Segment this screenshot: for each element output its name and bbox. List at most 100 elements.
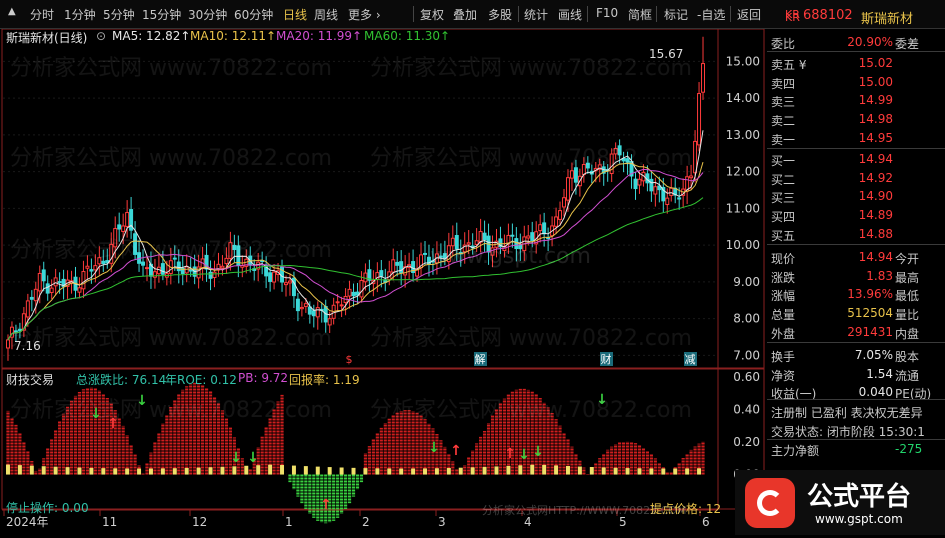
- signal-arrow: ↓: [532, 444, 544, 460]
- candle-body: [125, 212, 130, 227]
- signal-arrow: ↑: [320, 497, 332, 513]
- toolbar-item[interactable]: 更多 ›: [348, 6, 381, 23]
- indicator-volume-bar: [101, 468, 106, 475]
- toolbar-item[interactable]: 分时: [30, 6, 54, 23]
- kline-chart[interactable]: 15.00 14.00 13.00 12.00 11.00 10.00 9.00 8.00 7.…: [0, 28, 765, 535]
- quote-right-label: 内盘: [895, 327, 920, 341]
- quote-label: 净资: [771, 368, 796, 383]
- candle-body: [303, 303, 308, 307]
- signal-arrow: ↓: [518, 447, 530, 463]
- settings-icon[interactable]: ⊙: [96, 29, 106, 43]
- candle-body: [665, 197, 670, 205]
- ma5-label: MA5: 12.82↑: [112, 29, 191, 43]
- quote-value: 14.94: [858, 249, 893, 264]
- quote-row: 总量 512504 量比: [767, 304, 945, 322]
- stock-tag: KR: [785, 8, 800, 21]
- main-net-value: -275: [895, 441, 923, 456]
- quote-label: 卖四: [771, 76, 796, 91]
- gspt-logo: 公式平台 www.gspt.com: [735, 470, 945, 535]
- toolbar-item[interactable]: 15分钟: [142, 6, 181, 23]
- x-axis-label: 2024年: [6, 515, 49, 529]
- toolbar-item[interactable]: 周线: [314, 6, 338, 23]
- toolbar-item[interactable]: 1分钟: [64, 6, 96, 23]
- indicator-volume-bar: [423, 468, 427, 475]
- indicator-volume-bar: [637, 468, 642, 475]
- quote-value: 14.99: [858, 93, 893, 108]
- toolbar-item[interactable]: 简框: [628, 6, 652, 23]
- watermark: 分析家公式网 www.70822.com: [10, 146, 332, 171]
- toolbar-item[interactable]: 复权: [420, 6, 444, 23]
- quote-value: 14.94: [858, 151, 893, 166]
- y-tick-label: 9.00: [733, 275, 760, 289]
- candle-body: [315, 307, 320, 318]
- quote-value: 1.54: [866, 366, 893, 381]
- quote-right-label: 最高: [895, 270, 920, 285]
- candle-body: [423, 252, 427, 255]
- toolbar-item[interactable]: 60分钟: [234, 6, 273, 23]
- toolbar-item[interactable]: 30分钟: [188, 6, 227, 23]
- indicator-volume-bar: [256, 465, 261, 475]
- quote-label: 买二: [771, 172, 796, 187]
- toolbar-item[interactable]: 5分钟: [103, 6, 135, 23]
- quote-right-label: 流通: [895, 368, 920, 383]
- toolbar-item[interactable]: 返回: [737, 6, 761, 23]
- indicator-volume-bar: [77, 467, 82, 475]
- signal-arrow: ↓: [428, 440, 440, 456]
- indicator-volume-bar: [565, 466, 570, 475]
- candle-body: [29, 296, 34, 300]
- quote-value: 14.90: [858, 189, 893, 204]
- candle-body: [284, 282, 288, 286]
- candle-body: [395, 261, 400, 266]
- candle-body: [220, 265, 225, 269]
- toolbar-item[interactable]: 统计: [524, 6, 548, 23]
- candle-body: [89, 269, 94, 272]
- indicator-volume-bar: [375, 468, 380, 475]
- candle-body: [212, 271, 217, 279]
- kline-chart-area[interactable]: 15.00 14.00 13.00 12.00 11.00 10.00 9.00 8.00 7.…: [0, 28, 765, 529]
- candle-body: [37, 272, 42, 292]
- quote-row: 卖五 ¥ 15.02: [767, 54, 945, 72]
- toolbar-item[interactable]: 标记: [664, 6, 688, 23]
- indicator-volume-bar: [446, 468, 451, 475]
- indicator-volume-bar: [673, 468, 678, 475]
- indicator-name: 财技交易: [6, 373, 55, 387]
- candle-body: [526, 235, 531, 239]
- stock-name: 斯瑞新材: [861, 12, 914, 27]
- toolbar-item[interactable]: 日线: [283, 6, 307, 23]
- toolbar-item[interactable]: 画线: [558, 6, 582, 23]
- quote-label: 委比: [771, 37, 796, 51]
- event-mark: $: [346, 353, 353, 366]
- candle-body: [562, 197, 566, 208]
- candle-body: [478, 231, 483, 243]
- quote-value: 7.05%: [854, 347, 893, 362]
- toolbar-item[interactable]: -自选: [697, 6, 725, 23]
- toolbar-item[interactable]: 多股: [488, 6, 512, 23]
- candle-body: [701, 63, 705, 93]
- toolbar-item[interactable]: 叠加: [453, 6, 477, 23]
- y-tick-label: 8.00: [733, 312, 760, 326]
- candle-body: [677, 197, 682, 200]
- watermark: 分析家公式网 www.70822.com: [10, 326, 332, 351]
- indicator-volume-bar: [387, 468, 392, 475]
- gspt-logo-icon: [745, 478, 795, 528]
- candle-body: [558, 210, 563, 220]
- quote-value: 512504: [847, 306, 893, 321]
- indicator-volume-bar: [137, 468, 142, 475]
- indicator-volume-bar: [6, 464, 10, 475]
- indicator-stop: 停止操作: 0.00: [6, 501, 89, 515]
- quote-label: 买三: [771, 191, 796, 206]
- indicator-volume-bar: [482, 466, 487, 475]
- quote-row: 净资 1.54 流通: [767, 365, 945, 383]
- y-tick-label: 7.00: [733, 348, 760, 362]
- indicator-volume-bar: [434, 468, 439, 475]
- candle-body: [347, 288, 352, 297]
- quote-label: 卖二: [771, 114, 796, 129]
- candle-body: [85, 265, 90, 269]
- indicator-volume-bar: [470, 467, 475, 475]
- toolbar-item[interactable]: F10: [596, 6, 618, 20]
- candle-body: [565, 177, 570, 201]
- indicator-volume-bar: [542, 464, 547, 475]
- indicator-volume-bar: [685, 468, 690, 475]
- collapse-icon[interactable]: ▲: [8, 6, 16, 17]
- candle-body: [530, 232, 535, 242]
